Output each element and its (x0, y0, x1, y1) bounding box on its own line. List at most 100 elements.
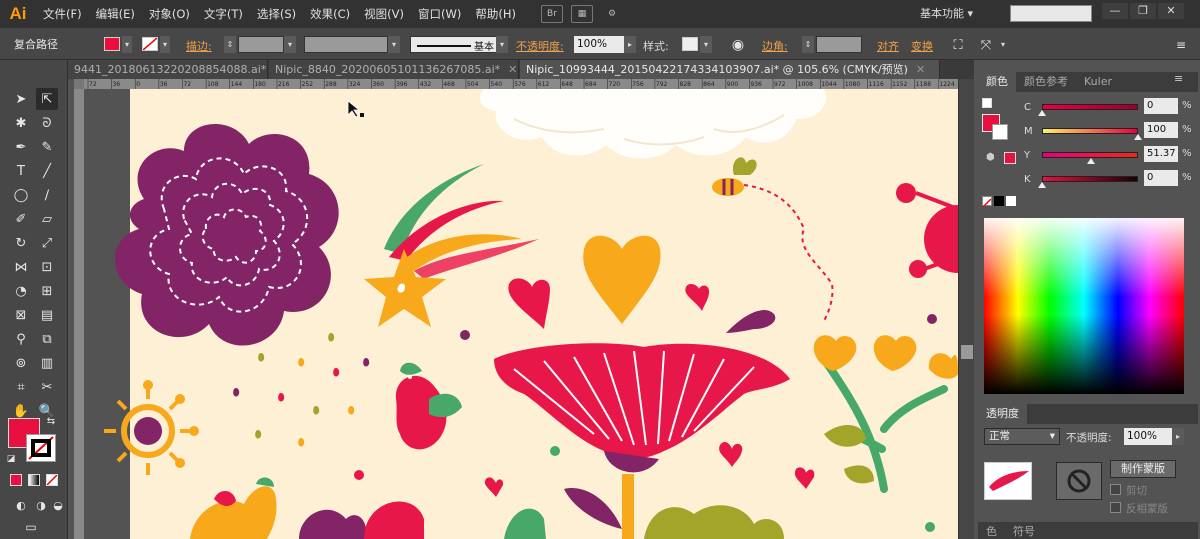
variable-width-dropdown-icon[interactable]: ▾ (388, 36, 400, 53)
artwork-thumbnail[interactable] (984, 462, 1032, 500)
tab-color[interactable]: 颜色 (978, 72, 1016, 92)
tab-swatches[interactable]: 色 (978, 522, 1005, 539)
maximize-button[interactable]: ❐ (1130, 3, 1156, 19)
artboard-tool-icon[interactable]: ⌗ (10, 376, 32, 398)
default-fill-stroke-icon[interactable]: ◪ (4, 452, 18, 466)
eraser-tool-icon[interactable]: ▱ (36, 208, 58, 230)
brush-definition-select[interactable]: 基本 (410, 36, 506, 53)
shape-builder-tool-icon[interactable]: ◔ (10, 280, 32, 302)
opacity-label[interactable]: 不透明度: (516, 38, 564, 54)
tab-kuler[interactable]: Kuler (1076, 72, 1120, 92)
scale-tool-icon[interactable]: ⤢ (36, 232, 58, 254)
pen-tool-icon[interactable]: ✒ (10, 136, 32, 158)
ellipse-tool-icon[interactable]: ◯ (10, 184, 32, 206)
draw-behind-icon[interactable]: ◑ (30, 494, 52, 516)
arrange-options-dropdown-icon[interactable]: ▾ (997, 36, 1009, 53)
gradient-mode-button[interactable] (28, 474, 40, 486)
direct-selection-tool-icon[interactable]: ⇱ (36, 88, 58, 110)
menu-window[interactable]: 窗口(W) (411, 0, 468, 28)
minimize-button[interactable]: — (1102, 3, 1128, 19)
stroke-swatch[interactable] (142, 37, 158, 51)
ruler-origin[interactable] (74, 79, 84, 89)
doc-tab-3[interactable]: Nipic_10993444_20150422174334103907.ai* … (520, 60, 940, 79)
gradient-tool-icon[interactable]: ▤ (36, 304, 58, 326)
swap-fill-stroke-icon[interactable]: ⇆ (44, 414, 58, 428)
black-input[interactable]: 0 (1144, 170, 1178, 186)
search-input[interactable] (1010, 5, 1092, 22)
yellow-slider-knob[interactable] (1086, 158, 1095, 164)
vertical-scrollbar[interactable] (958, 79, 974, 539)
doc-tab-2[interactable]: Nipic_8840_20200605101136267085.ai* ✕ (269, 60, 519, 79)
tab-color-guide[interactable]: 颜色参考 (1016, 72, 1076, 92)
isolate-group-icon[interactable]: ⛶ (947, 34, 969, 56)
opacity-dropdown-icon[interactable]: ▸ (624, 36, 636, 53)
black-slider[interactable] (1042, 176, 1138, 182)
stroke-label[interactable]: 描边: (186, 38, 212, 54)
symbol-sprayer-tool-icon[interactable]: ⊚ (10, 352, 32, 374)
tab-symbols[interactable]: 符号 (1005, 522, 1043, 539)
curvature-tool-icon[interactable]: ✎ (36, 136, 58, 158)
rotate-tool-icon[interactable]: ↻ (10, 232, 32, 254)
mesh-tool-icon[interactable]: ⊠ (10, 304, 32, 326)
stroke-weight-dropdown-icon[interactable]: ▾ (284, 36, 296, 53)
transform-link[interactable]: 变换 (911, 38, 933, 54)
eyedropper-tool-icon[interactable]: ⚲ (10, 328, 32, 350)
none-swatch[interactable] (982, 196, 992, 208)
vertical-ruler[interactable] (74, 89, 84, 539)
corner-label[interactable]: 边角: (762, 38, 788, 54)
menu-view[interactable]: 视图(V) (357, 0, 411, 28)
opacity-input[interactable]: 100% (574, 36, 626, 53)
close-tab-icon[interactable]: ✕ (508, 63, 517, 76)
tab-transparency[interactable]: 透明度 (978, 404, 1027, 424)
stroke-weight-field[interactable] (238, 36, 284, 53)
black-slider-knob[interactable] (1038, 182, 1046, 188)
mask-thumbnail[interactable] (1056, 462, 1102, 500)
paintbrush-tool-icon[interactable]: ∕ (36, 184, 58, 206)
line-tool-icon[interactable]: ╱ (36, 160, 58, 182)
fill-dropdown-icon[interactable]: ▾ (122, 36, 132, 53)
brush-definition-dropdown-icon[interactable]: ▾ (496, 36, 508, 53)
draw-normal-icon[interactable]: ◐ (10, 494, 32, 516)
slice-tool-icon[interactable]: ✂ (36, 376, 58, 398)
corner-radius-field[interactable] (816, 36, 862, 53)
type-tool-icon[interactable]: T (10, 160, 32, 182)
arrange-documents-icon[interactable]: ▦ (570, 5, 593, 23)
horizontal-ruler[interactable]: 72 36 0 36 72 108 144 180 216 252 288 324 360 396 432 4… (84, 79, 958, 89)
close-tab-icon[interactable]: ✕ (916, 63, 925, 76)
black-swatch[interactable] (994, 196, 1004, 206)
free-transform-tool-icon[interactable]: ⊡ (36, 256, 58, 278)
column-graph-tool-icon[interactable]: ▥ (36, 352, 58, 374)
draw-inside-icon[interactable]: ◒ (50, 494, 66, 516)
panel-menu-icon[interactable]: ≡ (1170, 34, 1192, 56)
workspace-switcher[interactable]: 基本功能 ▾ (920, 5, 973, 21)
make-mask-button[interactable]: 制作蒙版 (1110, 460, 1176, 478)
opacity-stepper-icon[interactable]: ▸ (1172, 428, 1184, 445)
selection-tool-icon[interactable]: ➤ (10, 88, 32, 110)
menu-type[interactable]: 文字(T) (197, 0, 250, 28)
variable-width-field[interactable] (304, 36, 388, 53)
stroke-dropdown-icon[interactable]: ▾ (160, 36, 170, 53)
menu-effect[interactable]: 效果(C) (303, 0, 357, 28)
corner-stepper[interactable]: ⇕ (802, 36, 814, 53)
doc-tab-1[interactable]: 9441_20180613220208854088.ai*✕ (68, 60, 268, 79)
pencil-tool-icon[interactable]: ✐ (10, 208, 32, 230)
magenta-input[interactable]: 100 (1144, 122, 1178, 138)
menu-select[interactable]: 选择(S) (250, 0, 303, 28)
perspective-grid-tool-icon[interactable]: ⊞ (36, 280, 58, 302)
color-stroke-preview[interactable] (992, 124, 1008, 140)
graphic-style-swatch[interactable] (682, 37, 698, 51)
clip-checkbox[interactable] (1110, 484, 1121, 495)
white-swatch[interactable] (1006, 196, 1016, 206)
cyan-slider-knob[interactable] (1038, 110, 1046, 116)
cyan-slider[interactable] (1042, 104, 1138, 110)
screen-mode-icon[interactable]: ▭ (20, 516, 42, 538)
magenta-slider-knob[interactable] (1134, 134, 1142, 140)
blend-mode-select[interactable]: 正常 ▾ (984, 428, 1060, 445)
color-mode-button[interactable] (10, 474, 22, 486)
scrollbar-thumb[interactable] (961, 345, 973, 359)
stroke-color-box[interactable] (26, 434, 56, 462)
gpu-performance-icon[interactable]: ⚙ (601, 5, 623, 23)
invert-mask-checkbox[interactable] (1110, 502, 1121, 513)
width-tool-icon[interactable]: ⋈ (10, 256, 32, 278)
stroke-weight-stepper[interactable]: ⇕ (224, 36, 236, 53)
